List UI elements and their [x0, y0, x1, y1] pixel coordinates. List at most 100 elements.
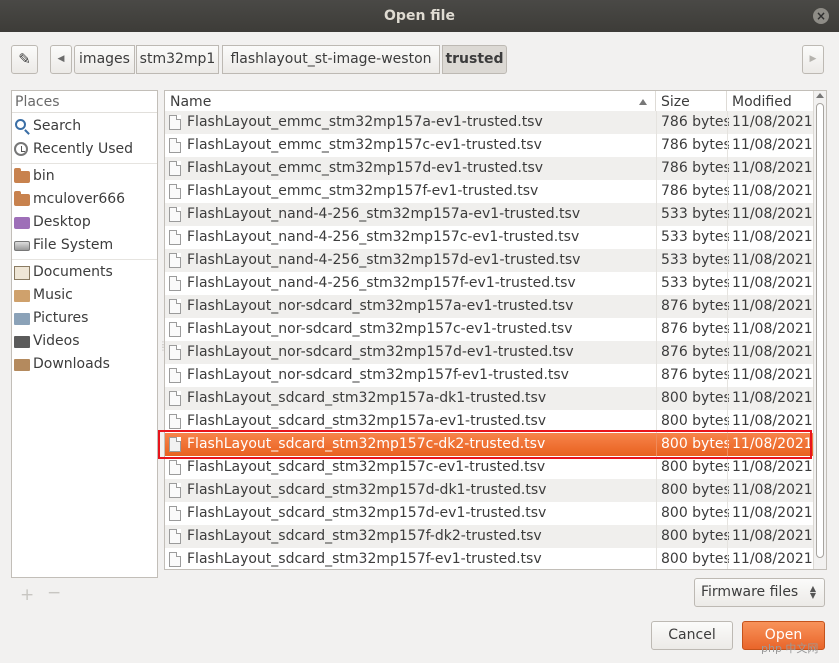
file-row[interactable]: FlashLayout_nand-4-256_stm32mp157a-ev1-t…	[165, 203, 813, 226]
file-modified: 11/08/2021	[732, 206, 812, 222]
file-row[interactable]: FlashLayout_nor-sdcard_stm32mp157c-ev1-t…	[165, 318, 813, 341]
place-recently-used[interactable]: Recently Used	[12, 138, 157, 161]
path-scroll-right-button[interactable]: ▶	[802, 45, 824, 74]
watermark-logo: php 中文网	[761, 642, 819, 655]
place-downloads[interactable]: Downloads	[12, 353, 157, 376]
file-size: 876 bytes	[661, 367, 729, 383]
file-modified: 11/08/2021	[732, 505, 812, 521]
close-icon[interactable]: ×	[813, 8, 829, 24]
column-divider	[727, 203, 728, 226]
place-music[interactable]: Music	[12, 284, 157, 307]
file-row[interactable]: FlashLayout_sdcard_stm32mp157a-dk1-trust…	[165, 387, 813, 410]
file-row[interactable]: FlashLayout_sdcard_stm32mp157f-ev1-trust…	[165, 548, 813, 569]
add-bookmark-button[interactable]: +	[20, 585, 34, 605]
breadcrumb-flashlayout[interactable]: flashlayout_st-image-weston	[222, 45, 440, 74]
place-pictures[interactable]: Pictures	[12, 307, 157, 330]
column-divider	[656, 433, 657, 456]
file-row[interactable]: FlashLayout_emmc_stm32mp157c-ev1-trusted…	[165, 134, 813, 157]
file-modified: 11/08/2021	[732, 160, 812, 176]
cancel-button[interactable]: Cancel	[651, 621, 733, 650]
pane-resize-handle[interactable]: ⋮ ⋮	[159, 341, 167, 353]
breadcrumb-trusted[interactable]: trusted	[442, 45, 507, 74]
file-row[interactable]: FlashLayout_emmc_stm32mp157f-ev1-trusted…	[165, 180, 813, 203]
file-row[interactable]: FlashLayout_emmc_stm32mp157a-ev1-trusted…	[165, 111, 813, 134]
column-divider	[656, 502, 657, 525]
file-row[interactable]: FlashLayout_emmc_stm32mp157d-ev1-trusted…	[165, 157, 813, 180]
file-name: FlashLayout_sdcard_stm32mp157a-dk1-trust…	[187, 390, 547, 406]
file-modified: 11/08/2021	[732, 367, 812, 383]
file-row[interactable]: FlashLayout_sdcard_stm32mp157f-dk2-trust…	[165, 525, 813, 548]
file-icon	[169, 506, 181, 521]
documents-folder-icon	[14, 266, 30, 280]
file-type-filter-select[interactable]: Firmware files ▲ ▼	[694, 578, 825, 607]
column-divider	[656, 456, 657, 479]
file-size: 876 bytes	[661, 298, 729, 314]
place-desktop[interactable]: Desktop	[12, 211, 157, 234]
file-row[interactable]: FlashLayout_nor-sdcard_stm32mp157a-ev1-t…	[165, 295, 813, 318]
place-label: Videos	[33, 333, 80, 349]
remove-bookmark-button[interactable]: −	[47, 583, 61, 603]
place-bin[interactable]: bin	[12, 165, 157, 188]
column-divider	[656, 111, 657, 134]
file-name: FlashLayout_sdcard_stm32mp157d-ev1-trust…	[187, 505, 547, 521]
file-row[interactable]: FlashLayout_sdcard_stm32mp157a-ev1-trust…	[165, 410, 813, 433]
file-modified: 11/08/2021	[732, 229, 812, 245]
breadcrumb-stm32mp1[interactable]: stm32mp1	[136, 45, 219, 74]
place-label: Music	[33, 287, 73, 303]
column-divider	[656, 387, 657, 410]
file-list[interactable]: Name Size Modified FlashLayout_emmc_stm3…	[164, 90, 827, 570]
file-row[interactable]: FlashLayout_nand-4-256_stm32mp157c-ev1-t…	[165, 226, 813, 249]
type-location-button[interactable]: ✎	[11, 45, 38, 74]
column-divider	[727, 548, 728, 569]
place-home[interactable]: mculover666	[12, 188, 157, 211]
file-modified: 11/08/2021	[732, 436, 812, 452]
file-row[interactable]: FlashLayout_nor-sdcard_stm32mp157f-ev1-t…	[165, 364, 813, 387]
dialog-title: Open file	[384, 8, 455, 24]
updown-arrow-icon: ▲ ▼	[809, 584, 816, 600]
file-row-selected[interactable]: FlashLayout_sdcard_stm32mp157c-dk2-trust…	[165, 433, 813, 456]
breadcrumb-images[interactable]: images	[74, 45, 135, 74]
file-row[interactable]: FlashLayout_nand-4-256_stm32mp157d-ev1-t…	[165, 249, 813, 272]
place-videos[interactable]: Videos	[12, 330, 157, 353]
file-name: FlashLayout_nand-4-256_stm32mp157c-ev1-t…	[187, 229, 580, 245]
file-modified: 11/08/2021	[732, 344, 812, 360]
column-divider	[727, 272, 728, 295]
file-icon	[169, 368, 181, 383]
scroll-up-arrow-icon[interactable]	[816, 93, 824, 98]
place-label: Downloads	[33, 356, 110, 372]
column-divider	[656, 525, 657, 548]
file-row[interactable]: FlashLayout_sdcard_stm32mp157c-ev1-trust…	[165, 456, 813, 479]
column-divider	[727, 502, 728, 525]
place-search[interactable]: Search	[12, 115, 157, 138]
file-name: FlashLayout_emmc_stm32mp157c-ev1-trusted…	[187, 137, 542, 153]
file-list-scrollbar[interactable]	[813, 91, 826, 569]
file-size: 533 bytes	[661, 229, 729, 245]
column-header-label: Size	[661, 94, 690, 110]
file-size: 800 bytes	[661, 413, 729, 429]
places-header: Places	[12, 91, 157, 113]
file-row[interactable]: FlashLayout_sdcard_stm32mp157d-ev1-trust…	[165, 502, 813, 525]
file-row[interactable]: FlashLayout_nor-sdcard_stm32mp157d-ev1-t…	[165, 341, 813, 364]
column-divider	[727, 295, 728, 318]
place-file-system[interactable]: File System	[12, 234, 157, 257]
column-divider	[727, 157, 728, 180]
place-label: Recently Used	[33, 141, 134, 157]
file-icon	[169, 391, 181, 406]
scrollbar-thumb[interactable]	[816, 103, 824, 558]
path-scroll-left-button[interactable]: ◀	[50, 45, 72, 74]
column-divider	[656, 134, 657, 157]
file-icon	[169, 345, 181, 360]
file-row[interactable]: FlashLayout_sdcard_stm32mp157d-dk1-trust…	[165, 479, 813, 502]
place-documents[interactable]: Documents	[12, 261, 157, 284]
column-divider	[656, 548, 657, 569]
file-modified: 11/08/2021	[732, 413, 812, 429]
file-row[interactable]: FlashLayout_nand-4-256_stm32mp157f-ev1-t…	[165, 272, 813, 295]
file-size: 800 bytes	[661, 459, 729, 475]
file-icon	[169, 414, 181, 429]
column-header-label: Name	[170, 94, 212, 110]
place-label: File System	[33, 237, 114, 253]
column-divider	[727, 341, 728, 364]
file-size: 786 bytes	[661, 137, 729, 153]
pictures-folder-icon	[14, 313, 30, 325]
home-folder-icon	[14, 191, 30, 206]
